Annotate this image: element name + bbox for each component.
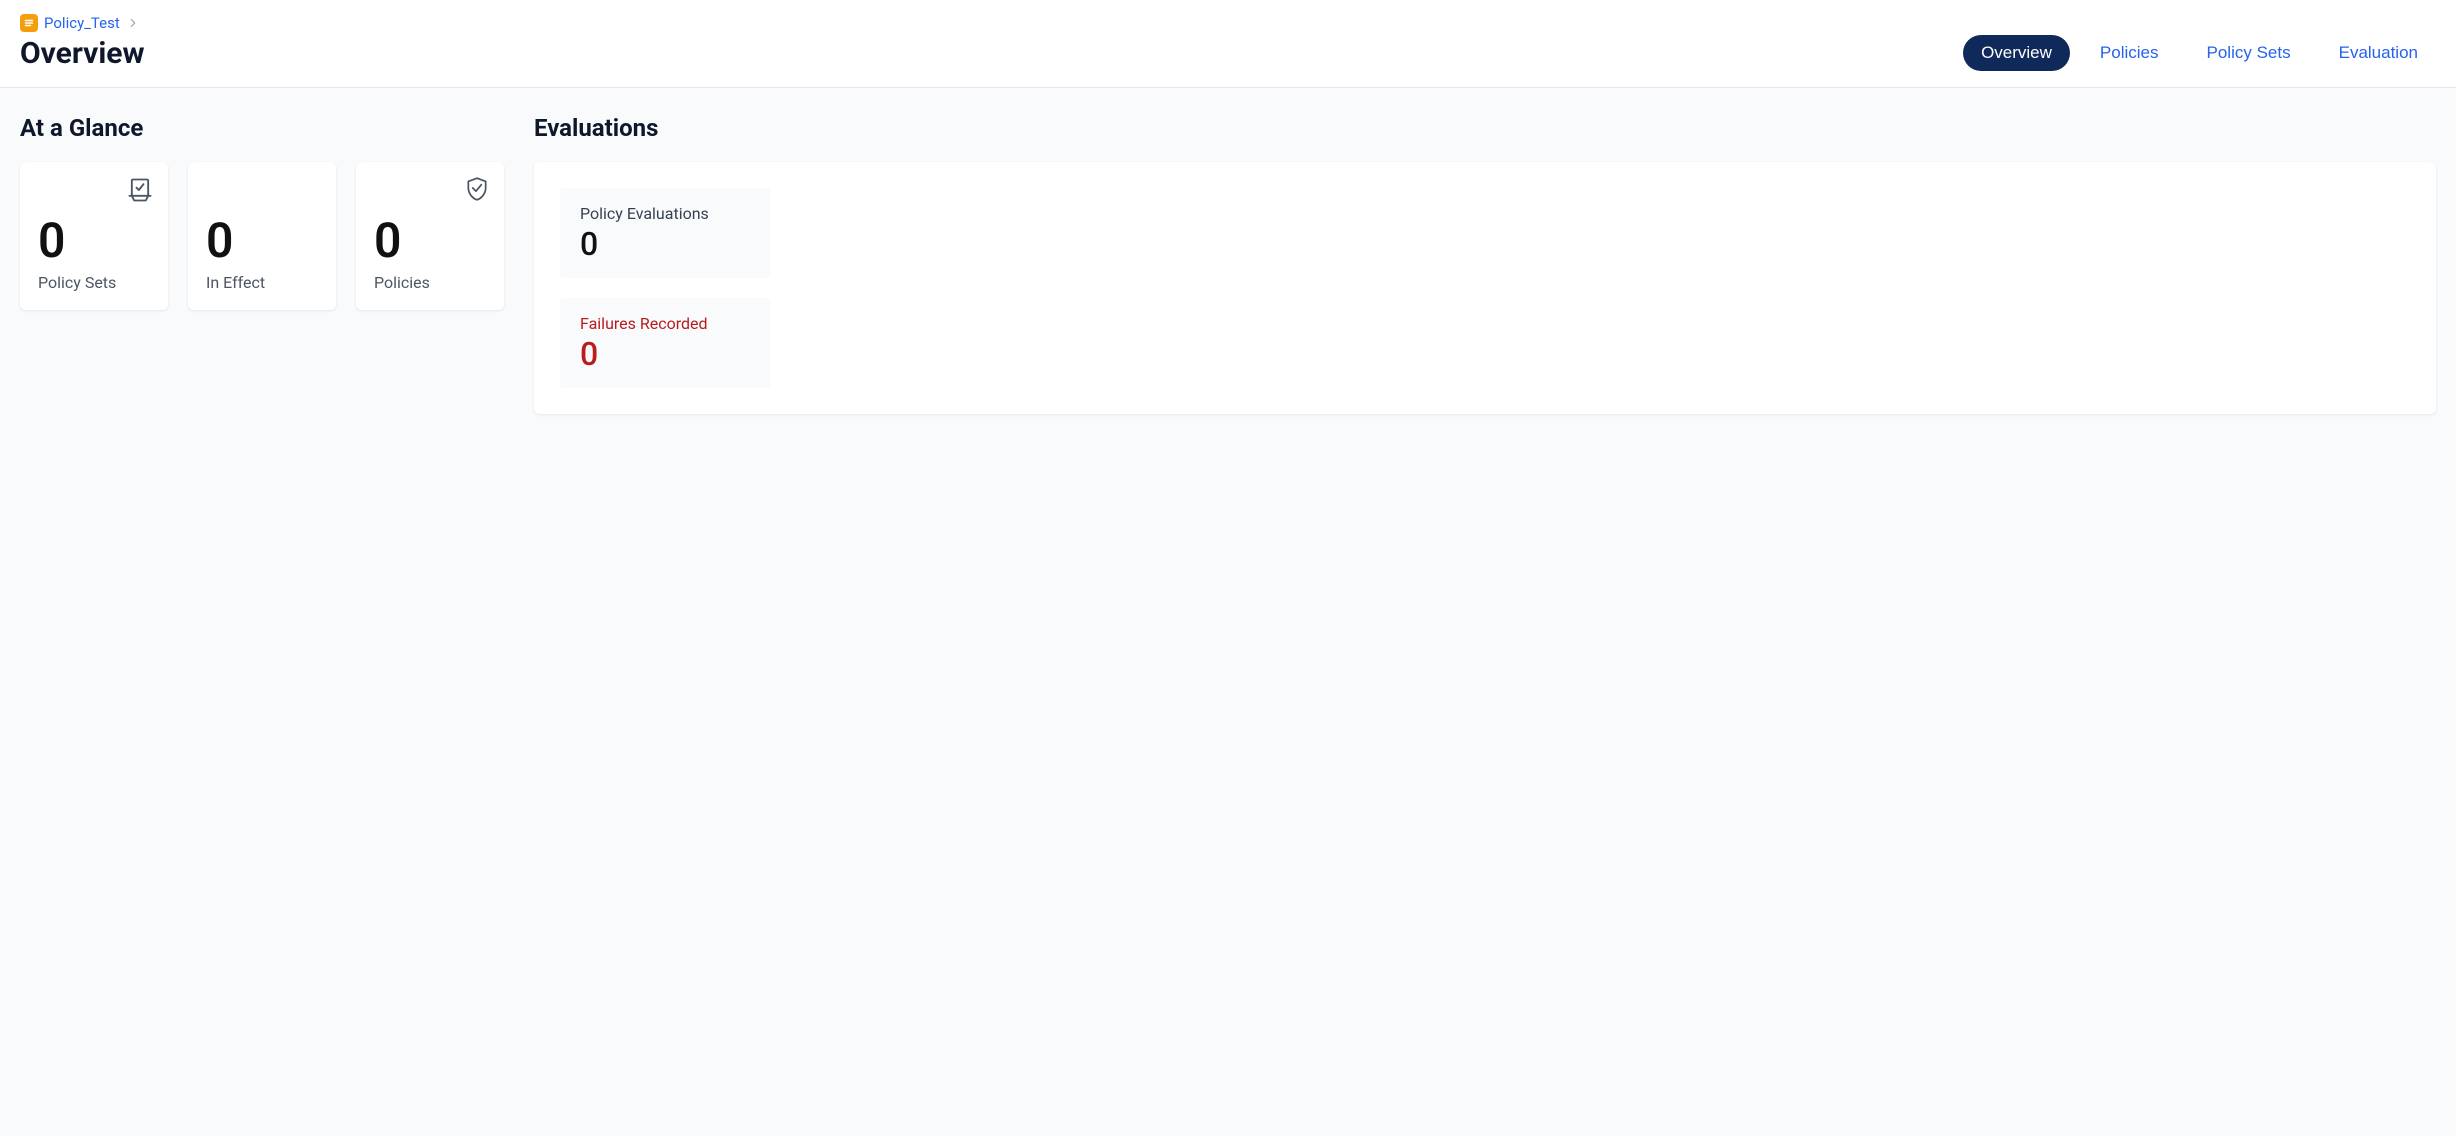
glance-label: Policy Sets	[38, 273, 150, 292]
page-title: Overview	[20, 36, 145, 71]
chevron-right-icon	[126, 16, 140, 30]
glance-title: At a Glance	[20, 114, 504, 142]
glance-label: In Effect	[206, 273, 318, 292]
tab-policies[interactable]: Policies	[2082, 35, 2177, 71]
content-area: At a Glance 0 Policy Sets 0 In Effect	[0, 88, 2456, 1136]
glance-cards: 0 Policy Sets 0 In Effect 0 Policies	[20, 162, 504, 310]
tab-overview[interactable]: Overview	[1963, 35, 2070, 71]
glance-label: Policies	[374, 273, 486, 292]
shield-check-icon	[464, 176, 490, 206]
breadcrumb: Policy_Test	[20, 14, 145, 32]
breadcrumb-link[interactable]: Policy_Test	[44, 14, 120, 32]
vote-check-icon	[126, 176, 154, 208]
glance-card-policy-sets: 0 Policy Sets	[20, 162, 168, 310]
policy-app-icon	[20, 14, 38, 32]
page-header: Policy_Test Overview Overview Policies P…	[0, 0, 2456, 88]
glance-value: 0	[38, 217, 150, 265]
nav-tabs: Overview Policies Policy Sets Evaluation	[1963, 35, 2436, 71]
glance-card-in-effect: 0 In Effect	[188, 162, 336, 310]
eval-label: Policy Evaluations	[580, 204, 750, 223]
glance-card-policies: 0 Policies	[356, 162, 504, 310]
evaluations-panel: Policy Evaluations 0 Failures Recorded 0	[534, 162, 2436, 414]
eval-box-policy-evaluations: Policy Evaluations 0	[560, 188, 770, 278]
glance-value: 0	[374, 217, 486, 265]
evaluations-section: Evaluations Policy Evaluations 0 Failure…	[534, 114, 2436, 414]
header-left: Policy_Test Overview	[20, 14, 145, 71]
tab-policy-sets[interactable]: Policy Sets	[2189, 35, 2309, 71]
tab-evaluation[interactable]: Evaluation	[2321, 35, 2436, 71]
at-a-glance-section: At a Glance 0 Policy Sets 0 In Effect	[20, 114, 504, 310]
eval-value: 0	[580, 337, 750, 372]
eval-label: Failures Recorded	[580, 314, 750, 333]
eval-box-failures-recorded: Failures Recorded 0	[560, 298, 770, 388]
glance-value: 0	[206, 217, 318, 265]
eval-value: 0	[580, 227, 750, 262]
evaluations-title: Evaluations	[534, 114, 2436, 142]
